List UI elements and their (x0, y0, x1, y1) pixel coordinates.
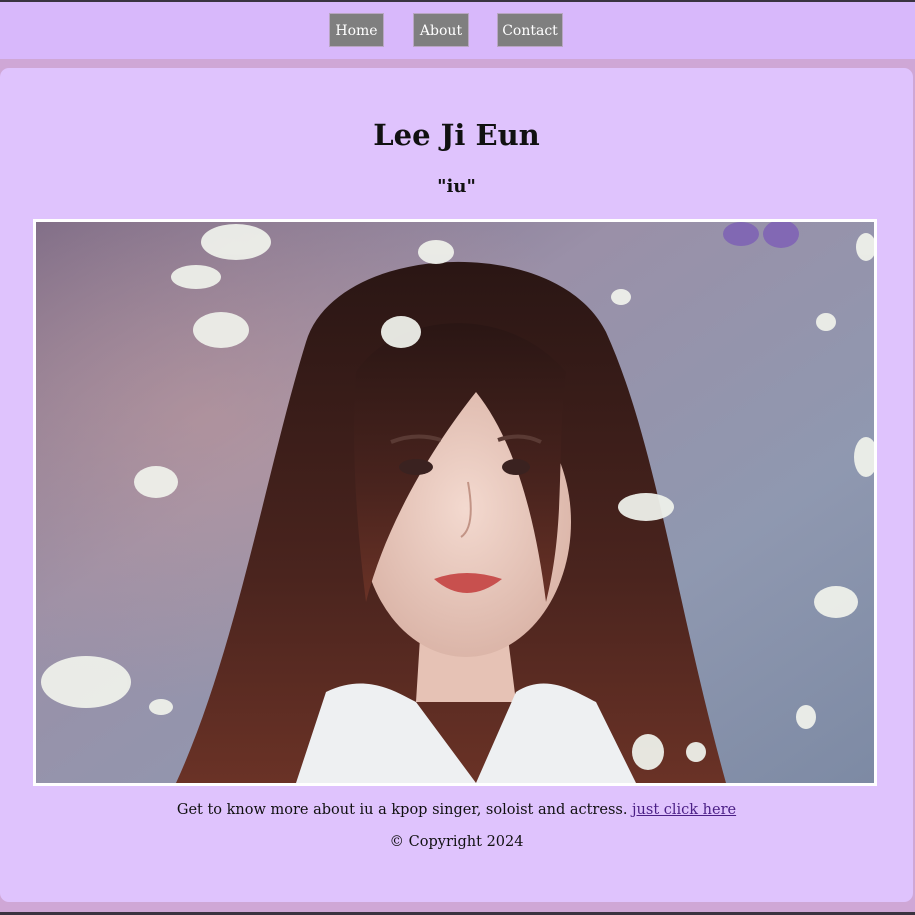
portrait-photo (33, 219, 877, 786)
nav-contact-button[interactable]: Contact (497, 13, 563, 47)
page-subtitle: "iu" (437, 176, 476, 197)
main-card: Lee Ji Eun "iu" Get to know more about i… (0, 68, 913, 902)
nav-about-button[interactable]: About (413, 13, 469, 47)
page-frame: Home About Contact Lee Ji Eun "iu" Get t… (0, 2, 915, 912)
nav-home-button[interactable]: Home (329, 13, 384, 47)
page-title: Lee Ji Eun (373, 118, 540, 152)
about-link[interactable]: just click here (632, 802, 736, 818)
copyright-text: © Copyright 2024 (389, 834, 524, 850)
about-line: Get to know more about iu a kpop singer,… (0, 802, 913, 818)
about-text: Get to know more about iu a kpop singer,… (176, 802, 633, 818)
top-navbar: Home About Contact (0, 2, 915, 59)
